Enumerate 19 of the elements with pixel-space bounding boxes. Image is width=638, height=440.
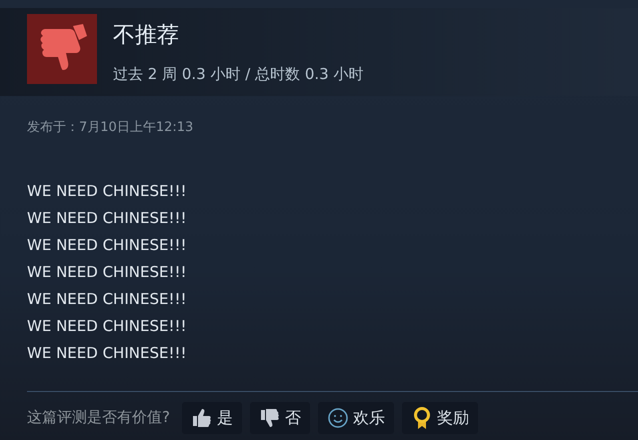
helpful-prompt: 这篇评测是否有价值? — [27, 407, 170, 428]
rate-button[interactable]: 欢乐 — [318, 402, 394, 434]
thumbs-down-icon — [27, 14, 97, 84]
review-verdict: 不推荐 — [113, 24, 180, 47]
review-text-line: WE NEED CHINESE!!! — [27, 262, 188, 282]
posted-date: 发布于：7月10日上午12:13 — [27, 119, 194, 137]
review-text-line: WE NEED CHINESE!!! — [27, 288, 188, 310]
review-text-line: WE NEED CHINESE!!! — [27, 316, 188, 336]
review-text-line: WE NEED CHINESE!!! — [27, 342, 188, 364]
award-button[interactable]: 奖励 — [402, 402, 478, 434]
rate-button[interactable]: 否 — [250, 402, 310, 434]
thumbs-down-icon — [258, 406, 281, 428]
review-text-line: WE NEED CHINESE!!! — [27, 180, 188, 202]
rate-button[interactable]: 是 — [182, 402, 242, 434]
review-text-line: WE NEED CHINESE!!! — [27, 234, 188, 256]
thumbs-up-icon — [190, 406, 213, 428]
smile-icon — [326, 406, 349, 428]
playtime-text: 过去 2 周 0.3 小时 / 总时数 0.3 小时 — [113, 64, 364, 85]
review-text-line: WE NEED CHINESE!!! — [27, 208, 188, 228]
